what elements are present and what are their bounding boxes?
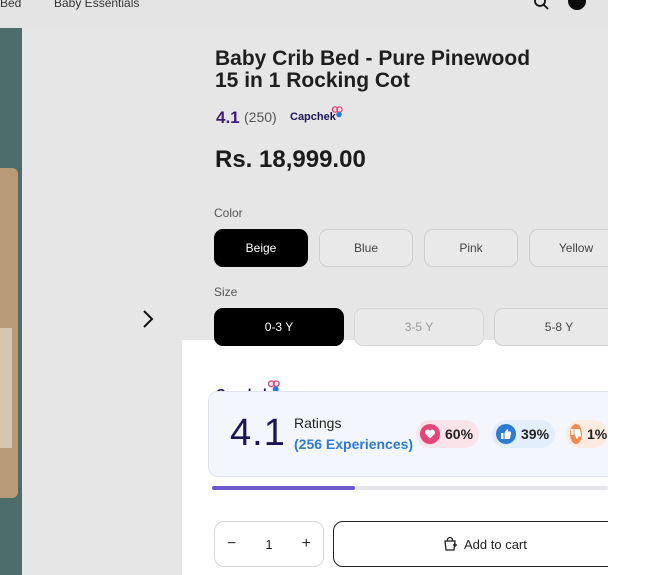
love-pill: 60% — [416, 420, 480, 448]
rating-count[interactable]: (250) — [244, 109, 277, 125]
top-nav: Bed Baby Essentials — [0, 0, 608, 28]
account-avatar[interactable] — [568, 0, 586, 10]
increase-quantity-button[interactable]: + — [302, 535, 311, 553]
cart-add-icon — [444, 536, 457, 551]
color-label: Color — [214, 206, 243, 220]
page-margin — [608, 0, 668, 575]
size-option-5-8y[interactable]: 5-8 Y — [494, 308, 624, 346]
thumbs-up-icon — [496, 424, 516, 444]
size-option-0-3y[interactable]: 0-3 Y — [214, 308, 344, 346]
product-image — [0, 28, 22, 575]
dislike-percent: 1% — [587, 426, 608, 442]
rating-value: 4.1 — [216, 108, 240, 127]
add-to-cart-label: Add to cart — [464, 536, 527, 552]
size-option-3-5y[interactable]: 3-5 Y — [354, 308, 484, 346]
heart-icon — [420, 424, 440, 444]
decrease-quantity-button[interactable]: − — [227, 535, 236, 553]
color-option-beige[interactable]: Beige — [214, 229, 308, 267]
breadcrumb-bed[interactable]: Bed — [0, 0, 21, 10]
chevron-right-icon[interactable] — [138, 308, 158, 330]
crib-image-detail — [0, 328, 12, 448]
ratings-label: Ratings — [294, 415, 342, 431]
thumbs-down-icon — [570, 424, 582, 444]
experiences-link[interactable]: (256 Experiences) — [294, 436, 413, 452]
capchek-brand-small: Capchek — [290, 111, 336, 123]
color-option-blue[interactable]: Blue — [319, 229, 413, 267]
quantity-value: 1 — [265, 536, 273, 552]
like-percent: 39% — [521, 426, 550, 442]
capchek-logo-icon — [331, 106, 343, 118]
like-pill: 39% — [492, 420, 556, 448]
breadcrumb-baby-essentials[interactable]: Baby Essentials — [54, 0, 139, 10]
color-option-pink[interactable]: Pink — [424, 229, 518, 267]
capchek-score: 4.1 — [230, 412, 286, 454]
search-icon[interactable] — [533, 0, 549, 10]
love-percent: 60% — [445, 426, 474, 442]
image-gallery — [22, 28, 182, 575]
product-title: Baby Crib Bed - Pure Pinewood 15 in 1 Ro… — [215, 47, 531, 92]
dislike-pill: 1% — [566, 420, 608, 448]
rating-progress-fill — [212, 486, 355, 490]
size-label: Size — [214, 285, 238, 299]
add-to-cart-button[interactable]: Add to cart — [333, 521, 633, 567]
quantity-stepper[interactable]: − 1 + — [214, 521, 324, 567]
product-price: Rs. 18,999.00 — [215, 146, 366, 173]
